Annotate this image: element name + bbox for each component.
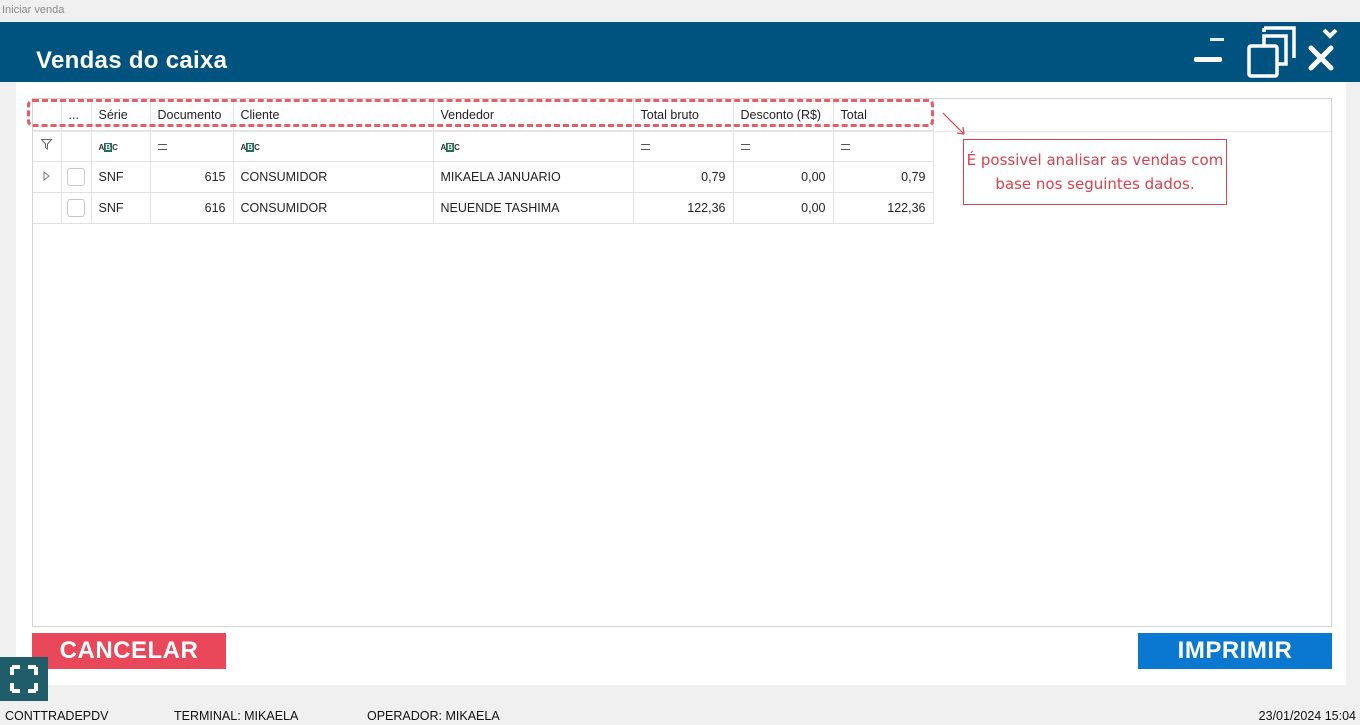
- close-icon[interactable]: [1306, 28, 1346, 72]
- annotation-callout: É possivel analisar as vendas com base n…: [963, 139, 1227, 205]
- filter-cell-cliente[interactable]: ABC: [233, 130, 434, 162]
- cell-cliente: CONSUMIDOR: [233, 192, 434, 224]
- row-select-checkbox[interactable]: [61, 161, 92, 193]
- table-row[interactable]: SNF 615 CONSUMIDOR MIKAELA JANUARIO 0,79…: [33, 161, 934, 193]
- filter-row: ABC ABC ABC: [33, 130, 934, 162]
- annotation-line-1: É possivel analisar as vendas com: [966, 151, 1224, 169]
- cell-total: 0,79: [833, 161, 934, 193]
- top-menu-label[interactable]: Iniciar venda: [2, 4, 64, 16]
- cell-desconto: 0,00: [733, 192, 834, 224]
- cell-total: 122,36: [833, 192, 934, 224]
- cell-serie: SNF: [91, 192, 151, 224]
- checkbox[interactable]: [67, 168, 85, 186]
- equals-filter-icon: [640, 143, 650, 150]
- text-filter-icon: ABC: [440, 143, 460, 152]
- annotation-line-2: base nos seguintes dados.: [995, 175, 1195, 193]
- equals-filter-icon: [157, 143, 167, 150]
- cell-vendedor: MIKAELA JANUARIO: [433, 161, 634, 193]
- row-expand-icon[interactable]: [33, 161, 62, 193]
- cancel-button[interactable]: CANCELAR: [32, 633, 226, 669]
- status-terminal: TERMINAL: MIKAELA: [174, 709, 299, 723]
- row-indicator: [33, 192, 62, 224]
- header-divider: [33, 131, 1331, 132]
- cell-documento: 615: [150, 161, 234, 193]
- cell-total-bruto: 122,36: [633, 192, 734, 224]
- restore-icon[interactable]: [1244, 24, 1296, 80]
- table-row[interactable]: SNF 616 CONSUMIDOR NEUENDE TASHIMA 122,3…: [33, 192, 934, 224]
- filter-cell-desconto[interactable]: [733, 130, 834, 162]
- app-logo-icon: [0, 657, 48, 701]
- filter-cell-total-bruto[interactable]: [633, 130, 734, 162]
- cell-desconto: 0,00: [733, 161, 834, 193]
- filter-cell-documento[interactable]: [150, 130, 234, 162]
- equals-filter-icon: [840, 143, 850, 150]
- window-titlebar: Vendas do caixa: [0, 22, 1360, 82]
- filter-cell-options: [61, 130, 92, 162]
- text-filter-icon: ABC: [98, 143, 118, 152]
- cell-serie: SNF: [91, 161, 151, 193]
- row-select-checkbox[interactable]: [61, 192, 92, 224]
- filter-icon[interactable]: [33, 130, 62, 162]
- print-button[interactable]: IMPRIMIR: [1138, 633, 1332, 669]
- annotation-arrow-icon: [942, 112, 965, 135]
- filter-cell-total[interactable]: [833, 130, 934, 162]
- status-datetime: 23/01/2024 15:04: [1258, 709, 1356, 723]
- status-operator: OPERADOR: MIKAELA: [367, 709, 500, 723]
- text-filter-icon: ABC: [240, 143, 260, 152]
- cell-documento: 616: [150, 192, 234, 224]
- header-highlight-box: [27, 99, 934, 127]
- cell-vendedor: NEUENDE TASHIMA: [433, 192, 634, 224]
- window-title: Vendas do caixa: [36, 47, 228, 74]
- filter-cell-serie[interactable]: ABC: [91, 130, 151, 162]
- cell-total-bruto: 0,79: [633, 161, 734, 193]
- equals-filter-icon: [740, 143, 750, 150]
- minimize-icon[interactable]: [1192, 38, 1224, 68]
- status-app-name: CONTTRADEPDV: [5, 709, 109, 723]
- cell-cliente: CONSUMIDOR: [233, 161, 434, 193]
- checkbox[interactable]: [67, 199, 85, 217]
- filter-cell-vendedor[interactable]: ABC: [433, 130, 634, 162]
